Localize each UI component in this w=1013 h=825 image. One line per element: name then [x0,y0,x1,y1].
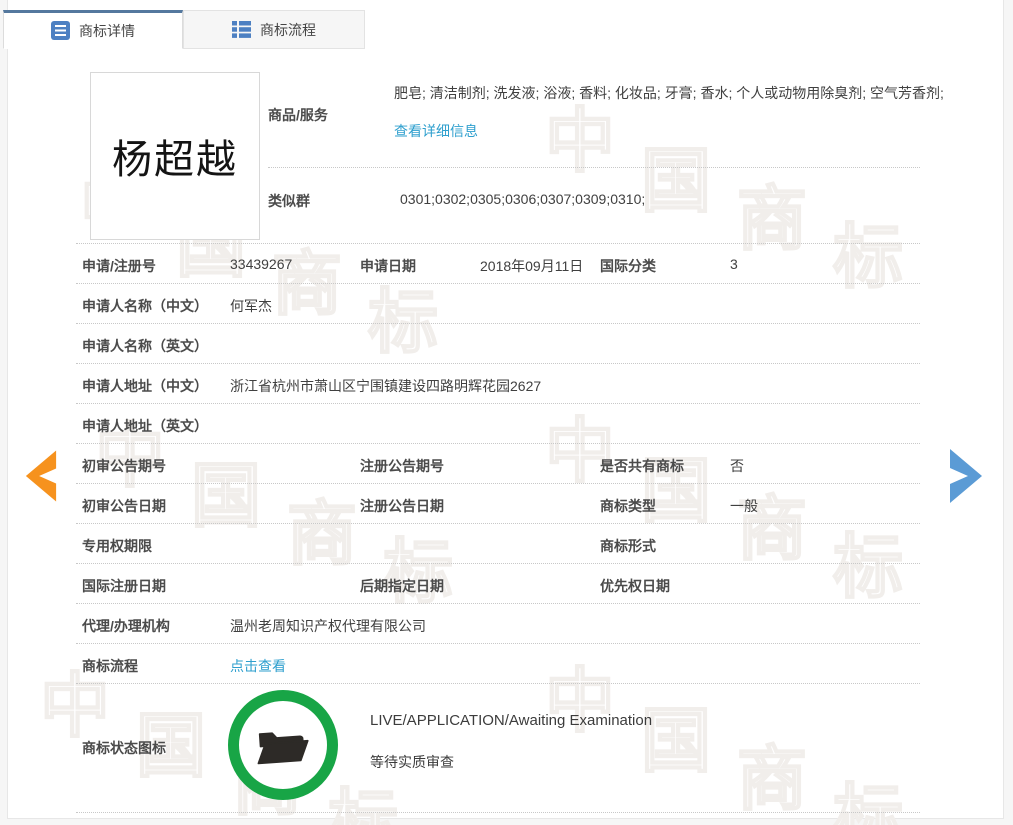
divider [76,523,920,524]
reg-no-value: 33439267 [230,256,292,272]
status-text-en: LIVE/APPLICATION/Awaiting Examination [370,712,652,729]
divider [268,167,920,168]
list-grid-icon [232,20,251,39]
later-date-label: 后期指定日期 [360,576,444,596]
status-icon [228,690,338,800]
app-date-label: 申请日期 [360,256,416,276]
divider [76,643,920,644]
tab-trademark-flow[interactable]: 商标流程 [183,10,365,49]
divider [76,483,920,484]
shared-value: 否 [730,456,744,476]
applicant-en-label: 申请人名称（英文） [82,336,208,356]
trademark-detail-page: 中国商标 中国商标 中国商标 中国商标 中国商标 中国商标 商标详情 商标流程 … [0,0,1013,825]
agency-label: 代理/办理机构 [82,616,170,636]
prelim-date-label: 初审公告日期 [82,496,166,516]
status-text-cn: 等待实质审查 [370,752,454,772]
applicant-cn-label: 申请人名称（中文） [82,296,208,316]
agency-value: 温州老周知识产权代理有限公司 [230,616,426,636]
goods-value: 肥皂; 清洁制剂; 洗发液; 浴液; 香料; 化妆品; 牙膏; 香水; 个人或动… [394,74,944,150]
divider [76,683,920,684]
shared-label: 是否共有商标 [600,456,684,476]
divider [76,403,920,404]
divider [76,443,920,444]
exclusive-period-label: 专用权期限 [82,536,152,556]
address-cn-value: 浙江省杭州市萧山区宁围镇建设四路明辉花园2627 [230,376,541,396]
reg-no-label: 申请/注册号 [82,256,156,276]
goods-label: 商品/服务 [268,105,328,125]
view-details-link[interactable]: 查看详细信息 [394,123,478,139]
flow-view-link[interactable]: 点击查看 [230,656,286,676]
divider [76,323,920,324]
status-label: 商标状态图标 [82,738,166,758]
tab-label: 商标流程 [260,20,316,40]
divider [76,603,920,604]
tm-type-label: 商标类型 [600,496,656,516]
open-folder-icon [253,720,313,770]
divider [76,563,920,564]
next-arrow-button[interactable] [946,447,984,505]
similar-group-label: 类似群 [268,191,310,211]
reg-pub-no-label: 注册公告期号 [360,456,444,476]
trademark-text: 杨超越 [112,127,238,185]
previous-arrow-button[interactable] [24,447,58,505]
goods-text: 肥皂; 清洁制剂; 洗发液; 浴液; 香料; 化妆品; 牙膏; 香水; 个人或动… [394,85,944,101]
reg-pub-date-label: 注册公告日期 [360,496,444,516]
divider [76,812,920,813]
tm-form-label: 商标形式 [600,536,656,556]
address-cn-label: 申请人地址（中文） [82,376,208,396]
intl-reg-date-label: 国际注册日期 [82,576,166,596]
applicant-cn-value: 何军杰 [230,296,272,316]
priority-date-label: 优先权日期 [600,576,670,596]
prelim-no-label: 初审公告期号 [82,456,166,476]
divider [76,283,920,284]
tab-label: 商标详情 [79,21,135,41]
divider [76,243,920,244]
intl-class-value: 3 [730,256,738,272]
app-date-value: 2018年09月11日 [480,256,583,276]
tab-trademark-detail[interactable]: 商标详情 [3,10,183,49]
document-list-icon [51,21,70,40]
trademark-image: 杨超越 [90,72,260,240]
tm-type-value: 一般 [730,496,758,516]
divider [76,363,920,364]
similar-group-value: 0301;0302;0305;0306;0307;0309;0310; [400,191,645,207]
intl-class-label: 国际分类 [600,256,656,276]
address-en-label: 申请人地址（英文） [82,416,208,436]
flow-label: 商标流程 [82,656,138,676]
